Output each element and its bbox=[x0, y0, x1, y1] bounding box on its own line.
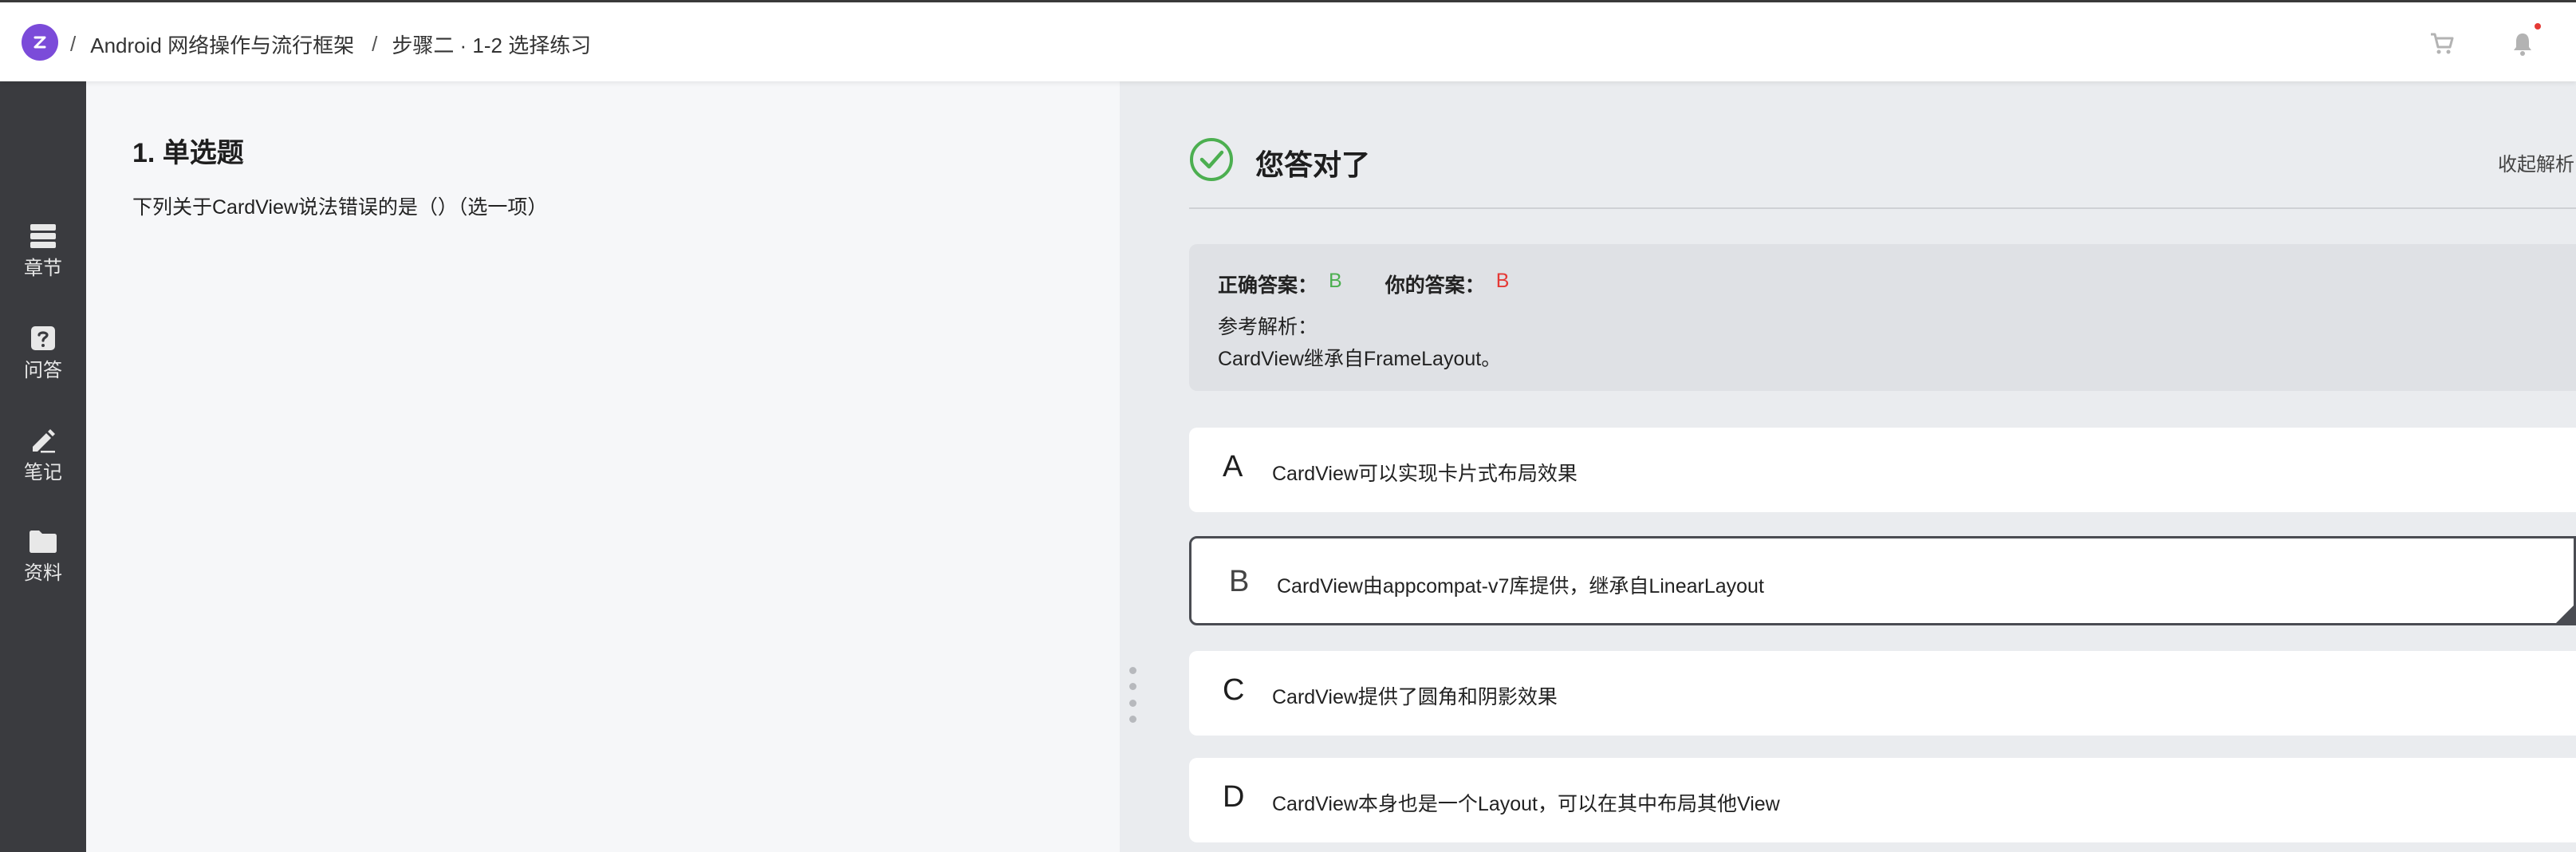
logo-icon[interactable] bbox=[22, 24, 58, 61]
sidebar-item-chapters[interactable]: 章节 bbox=[0, 223, 86, 280]
answer-row: 正确答案： B 你的答案： B bbox=[1218, 270, 1509, 298]
collapse-analysis-link[interactable]: 收起解析 bbox=[2498, 148, 2574, 176]
question-icon bbox=[31, 326, 55, 350]
sidebar-item-label: 资料 bbox=[24, 562, 62, 584]
sidebar-item-label: 问答 bbox=[24, 360, 62, 381]
question-panel: 1. 单选题 下列关于CardView说法错误的是（）（选一项） bbox=[86, 81, 1120, 852]
selected-corner-mark bbox=[2556, 605, 2574, 623]
sidebar-item-qa[interactable]: 问答 bbox=[0, 325, 86, 382]
divider bbox=[1189, 207, 2576, 209]
reference-label: 参考解析： bbox=[1218, 316, 1318, 338]
top-bar: / Android 网络操作与流行框架 / 步骤二 · 1-2 选择练习 bbox=[0, 0, 2576, 81]
option-text: CardView由appcompat-v7库提供，继承自LinearLayout bbox=[1277, 575, 1764, 598]
option-text: CardView提供了圆角和阴影效果 bbox=[1272, 686, 1558, 708]
check-circle-icon bbox=[1189, 137, 1234, 182]
option-a[interactable]: A CardView可以实现卡片式布局效果 bbox=[1189, 428, 2576, 512]
option-text: CardView可以实现卡片式布局效果 bbox=[1272, 463, 1578, 485]
option-letter: C bbox=[1223, 673, 1245, 707]
breadcrumb-course-link[interactable]: Android 网络操作与流行框架 bbox=[90, 30, 354, 59]
left-sidebar: 章节 问答 笔记 资料 bbox=[0, 81, 86, 852]
question-text: 下列关于CardView说法错误的是（）（选一项） bbox=[132, 196, 548, 219]
bell-icon[interactable] bbox=[2508, 30, 2537, 58]
breadcrumb-separator: / bbox=[70, 31, 77, 56]
panel-resize-handle[interactable] bbox=[1128, 667, 1137, 723]
sidebar-item-label: 笔记 bbox=[24, 462, 62, 483]
option-text: CardView本身也是一个Layout，可以在其中布局其他View bbox=[1272, 793, 1780, 815]
breadcrumb-separator: / bbox=[372, 31, 378, 56]
pencil-icon bbox=[33, 429, 55, 453]
folder-icon bbox=[30, 531, 57, 553]
option-letter: A bbox=[1223, 450, 1243, 483]
sidebar-item-materials[interactable]: 资料 bbox=[0, 530, 86, 585]
answer-summary: 正确答案： B 你的答案： B 参考解析： CardView继承自FrameLa… bbox=[1189, 244, 2576, 391]
your-answer-value: B bbox=[1495, 270, 1510, 292]
cart-icon[interactable] bbox=[2428, 30, 2456, 58]
notification-dot bbox=[2535, 23, 2541, 30]
option-letter: B bbox=[1229, 565, 1250, 598]
question-title: 1. 单选题 bbox=[132, 138, 244, 168]
option-c[interactable]: C CardView提供了圆角和阴影效果 bbox=[1189, 651, 2576, 736]
reference-text: CardView继承自FrameLayout。 bbox=[1218, 348, 1502, 370]
result-title: 您答对了 bbox=[1255, 148, 1371, 181]
breadcrumb-current-step: 步骤二 · 1-2 选择练习 bbox=[392, 33, 592, 57]
option-d[interactable]: D CardView本身也是一个Layout，可以在其中布局其他View bbox=[1189, 758, 2576, 842]
option-letter: D bbox=[1223, 780, 1245, 814]
chapters-icon bbox=[30, 224, 56, 248]
correct-answer-label: 正确答案： bbox=[1218, 274, 1318, 297]
breadcrumb: / Android 网络操作与流行框架 / 步骤二 · 1-2 选择练习 bbox=[70, 28, 609, 60]
your-answer-label: 你的答案： bbox=[1385, 274, 1485, 297]
sidebar-item-notes[interactable]: 笔记 bbox=[0, 428, 86, 484]
correct-answer-value: B bbox=[1329, 270, 1342, 292]
option-b[interactable]: B CardView由appcompat-v7库提供，继承自LinearLayo… bbox=[1189, 536, 2576, 625]
sidebar-item-label: 章节 bbox=[24, 258, 62, 279]
